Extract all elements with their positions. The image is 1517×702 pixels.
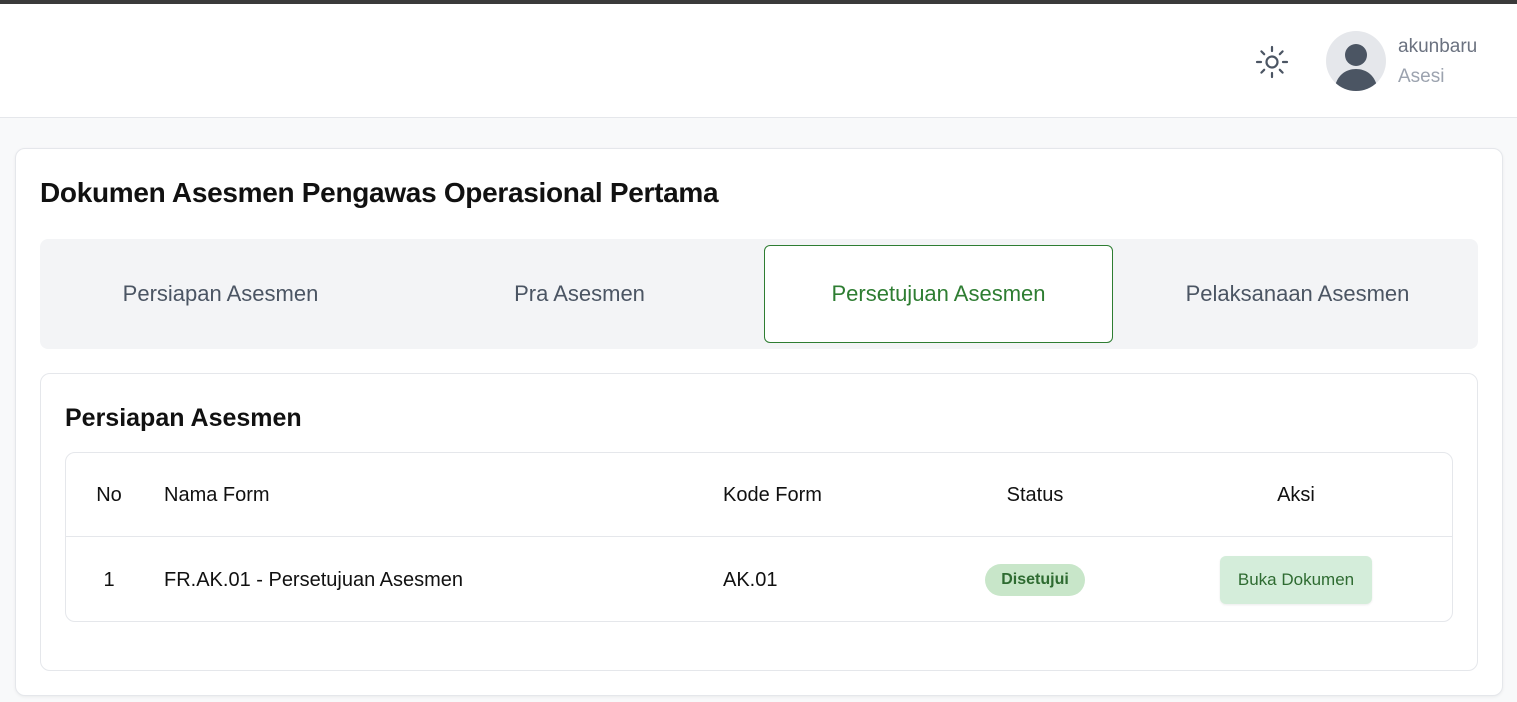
tab-bar: Persiapan Asesmen Pra Asesmen Persetujua… (40, 239, 1478, 349)
tab-pelaksanaan-asesmen[interactable]: Pelaksanaan Asesmen (1123, 245, 1472, 343)
app-header: akunbaru Asesi (0, 4, 1517, 118)
header-no: No (96, 483, 122, 506)
header-aksi: Aksi (1277, 483, 1315, 506)
header-kode-form: Kode Form (723, 483, 822, 506)
forms-table: No Nama Form Kode Form Status Aksi 1 FR.… (65, 452, 1453, 622)
sun-icon (1255, 45, 1289, 79)
page-title: Dokumen Asesmen Pengawas Operasional Per… (40, 177, 719, 208)
section-card: Persiapan Asesmen No Nama Form Kode Form… (40, 373, 1478, 671)
row-form-code: AK.01 (723, 568, 778, 591)
user-role: Asesi (1398, 66, 1445, 87)
avatar[interactable] (1326, 31, 1386, 91)
theme-toggle-button[interactable] (1252, 42, 1292, 82)
user-info[interactable]: akunbaru Asesi (1398, 34, 1477, 94)
user-name: akunbaru (1398, 36, 1478, 57)
user-avatar-icon (1334, 44, 1378, 91)
row-action: Buka Dokumen (1196, 538, 1396, 621)
open-document-button[interactable]: Buka Dokumen (1219, 556, 1373, 604)
row-form-name: FR.AK.01 - Persetujuan Asesmen (164, 568, 464, 591)
section-title: Persiapan Asesmen (65, 404, 302, 432)
header-status: Status (1006, 483, 1064, 506)
tab-persetujuan-asesmen[interactable]: Persetujuan Asesmen (764, 245, 1113, 343)
main-card: Dokumen Asesmen Pengawas Operasional Per… (15, 148, 1503, 696)
status-badge: Disetujui (985, 564, 1085, 596)
tab-persiapan-asesmen[interactable]: Persiapan Asesmen (46, 245, 395, 343)
row-no: 1 (103, 568, 115, 591)
row-status: Disetujui (935, 538, 1135, 621)
table-header-row: No Nama Form Kode Form Status Aksi (66, 453, 1452, 537)
tab-pra-asesmen[interactable]: Pra Asesmen (405, 245, 754, 343)
table-row: 1 FR.AK.01 - Persetujuan Asesmen AK.01 D… (66, 538, 1452, 621)
header-nama-form: Nama Form (164, 483, 270, 506)
